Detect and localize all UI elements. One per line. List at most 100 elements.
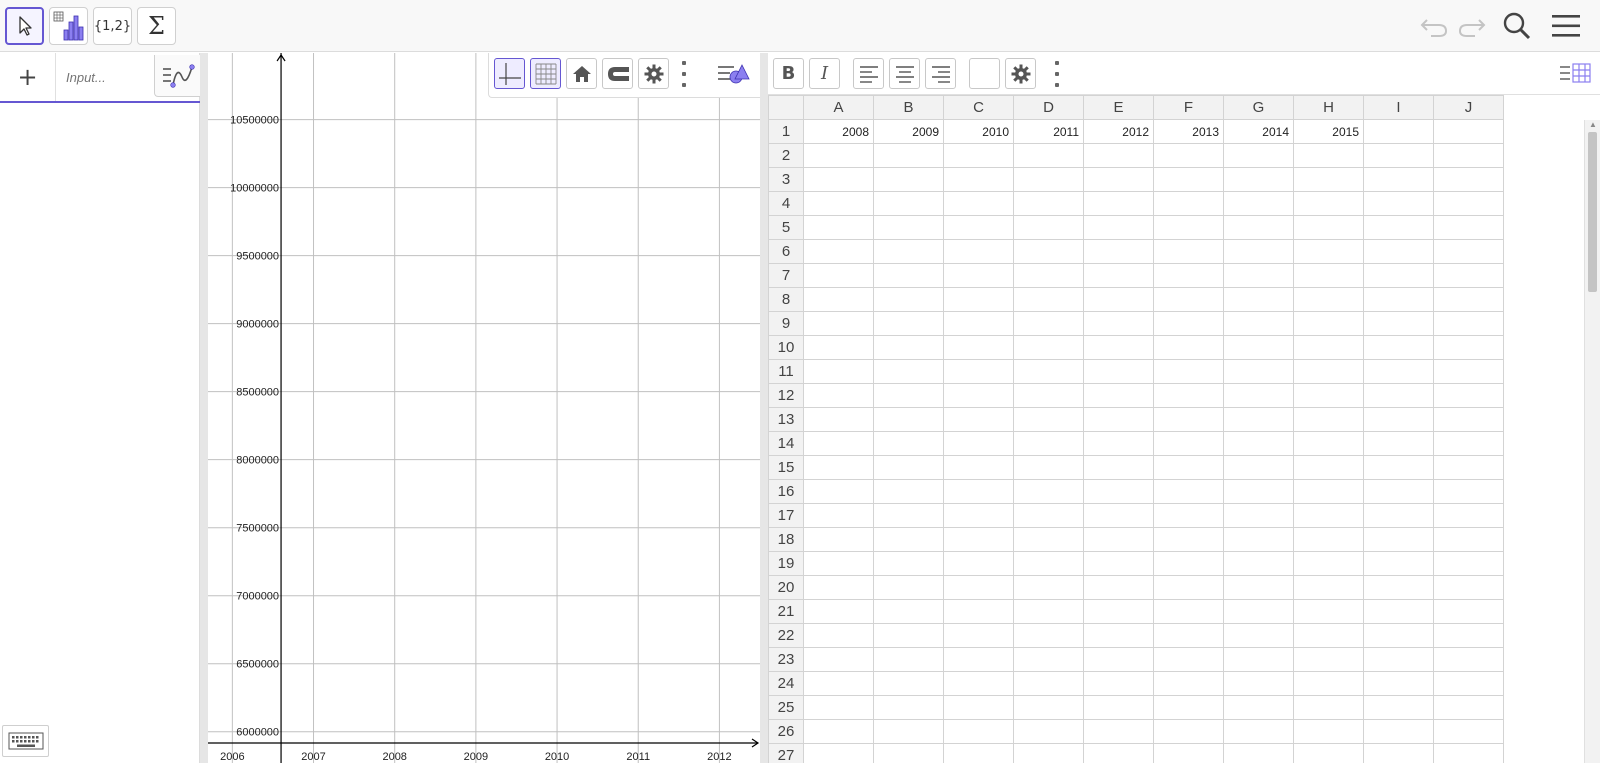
spreadsheet-cell[interactable] bbox=[1153, 551, 1224, 576]
spreadsheet-cell[interactable] bbox=[873, 599, 944, 624]
spreadsheet-cell[interactable] bbox=[1223, 407, 1294, 432]
spreadsheet-cell[interactable] bbox=[803, 743, 874, 763]
spreadsheet-cell[interactable] bbox=[943, 623, 1014, 648]
spreadsheet-cell[interactable] bbox=[1223, 551, 1294, 576]
spreadsheet-cell[interactable] bbox=[1153, 263, 1224, 288]
spreadsheet-cell[interactable] bbox=[1153, 503, 1224, 528]
spreadsheet-cell[interactable] bbox=[943, 479, 1014, 504]
undo-button[interactable] bbox=[1417, 9, 1451, 43]
spreadsheet-cell[interactable] bbox=[1433, 239, 1504, 264]
spreadsheet-cell[interactable] bbox=[803, 143, 874, 168]
spreadsheet-cell[interactable] bbox=[1223, 503, 1294, 528]
row-header[interactable]: 20 bbox=[768, 575, 804, 600]
spreadsheet-cell[interactable] bbox=[1433, 623, 1504, 648]
spreadsheet-settings-button[interactable] bbox=[1005, 58, 1036, 89]
spreadsheet-cell[interactable]: 2012 bbox=[1083, 119, 1154, 144]
spreadsheet-cell[interactable] bbox=[1083, 671, 1154, 696]
row-header[interactable]: 27 bbox=[768, 743, 804, 763]
spreadsheet-cell[interactable] bbox=[1293, 263, 1364, 288]
spreadsheet-cell[interactable] bbox=[1013, 551, 1084, 576]
spreadsheet-cell[interactable] bbox=[1433, 455, 1504, 480]
spreadsheet-cell[interactable] bbox=[1433, 695, 1504, 720]
spreadsheet-cell[interactable] bbox=[1013, 407, 1084, 432]
spreadsheet-cell[interactable] bbox=[1223, 263, 1294, 288]
spreadsheet-cell[interactable] bbox=[1013, 479, 1084, 504]
align-left-button[interactable] bbox=[853, 58, 884, 89]
spreadsheet-cell[interactable] bbox=[1083, 263, 1154, 288]
spreadsheet-cell[interactable] bbox=[1223, 143, 1294, 168]
spreadsheet-cell[interactable] bbox=[1083, 479, 1154, 504]
spreadsheet-cell[interactable] bbox=[1363, 743, 1434, 763]
spreadsheet-cell[interactable] bbox=[1363, 527, 1434, 552]
spreadsheet-cell[interactable] bbox=[803, 263, 874, 288]
spreadsheet-cell[interactable] bbox=[1363, 191, 1434, 216]
spreadsheet-cell[interactable] bbox=[1363, 239, 1434, 264]
column-header[interactable]: I bbox=[1363, 95, 1434, 120]
spreadsheet-cell[interactable] bbox=[1083, 527, 1154, 552]
spreadsheet-cell[interactable] bbox=[1153, 359, 1224, 384]
spreadsheet-cell[interactable] bbox=[1083, 455, 1154, 480]
spreadsheet-cell[interactable] bbox=[1153, 143, 1224, 168]
spreadsheet-cell[interactable] bbox=[943, 143, 1014, 168]
spreadsheet-cell[interactable] bbox=[803, 335, 874, 360]
spreadsheet-cell[interactable] bbox=[1223, 167, 1294, 192]
spreadsheet-cell[interactable] bbox=[1363, 215, 1434, 240]
spreadsheet-cell[interactable] bbox=[1363, 623, 1434, 648]
spreadsheet-cell[interactable] bbox=[803, 167, 874, 192]
row-header[interactable]: 11 bbox=[768, 359, 804, 384]
spreadsheet-cell[interactable] bbox=[1083, 719, 1154, 744]
spreadsheet-cell[interactable] bbox=[1363, 263, 1434, 288]
spreadsheet-cell[interactable] bbox=[803, 311, 874, 336]
spreadsheet-cell[interactable] bbox=[803, 695, 874, 720]
spreadsheet-cell[interactable] bbox=[1223, 239, 1294, 264]
spreadsheet-cell[interactable] bbox=[1083, 431, 1154, 456]
spreadsheet-cell[interactable] bbox=[803, 359, 874, 384]
spreadsheet-cell[interactable]: 2009 bbox=[873, 119, 944, 144]
spreadsheet-cell[interactable] bbox=[1363, 311, 1434, 336]
spreadsheet-cell[interactable] bbox=[1223, 335, 1294, 360]
spreadsheet-cell[interactable] bbox=[1363, 335, 1434, 360]
row-header[interactable]: 8 bbox=[768, 287, 804, 312]
spreadsheet-cell[interactable] bbox=[1153, 287, 1224, 312]
spreadsheet-cell[interactable] bbox=[873, 623, 944, 648]
spreadsheet-cell[interactable] bbox=[873, 743, 944, 763]
spreadsheet-cell[interactable] bbox=[803, 191, 874, 216]
spreadsheet-cell[interactable] bbox=[943, 359, 1014, 384]
spreadsheet-cell[interactable] bbox=[1223, 719, 1294, 744]
spreadsheet-cell[interactable] bbox=[943, 647, 1014, 672]
spreadsheet-cell[interactable] bbox=[1293, 455, 1364, 480]
spreadsheet-cell[interactable] bbox=[1013, 215, 1084, 240]
add-item-button[interactable]: + bbox=[0, 53, 56, 101]
panel-divider-left[interactable] bbox=[200, 53, 208, 763]
spreadsheet-cell[interactable] bbox=[1363, 359, 1434, 384]
row-header[interactable]: 19 bbox=[768, 551, 804, 576]
spreadsheet-cell[interactable] bbox=[803, 479, 874, 504]
spreadsheet-cell[interactable] bbox=[1293, 383, 1364, 408]
spreadsheet-cell[interactable] bbox=[1083, 167, 1154, 192]
spreadsheet-cell[interactable] bbox=[943, 527, 1014, 552]
row-header[interactable]: 17 bbox=[768, 503, 804, 528]
spreadsheet-cell[interactable]: 2011 bbox=[1013, 119, 1084, 144]
spreadsheet-cell[interactable] bbox=[1153, 455, 1224, 480]
spreadsheet-cell[interactable] bbox=[1223, 479, 1294, 504]
sum-button[interactable]: Σ bbox=[137, 7, 176, 45]
spreadsheet-cell[interactable] bbox=[1223, 311, 1294, 336]
spreadsheet-cell[interactable] bbox=[1083, 335, 1154, 360]
spreadsheet-cell[interactable] bbox=[1433, 263, 1504, 288]
spreadsheet-cell[interactable] bbox=[1433, 551, 1504, 576]
spreadsheet-cell[interactable] bbox=[1293, 479, 1364, 504]
spreadsheet-cell[interactable] bbox=[1293, 335, 1364, 360]
spreadsheet-cell[interactable] bbox=[1433, 407, 1504, 432]
spreadsheet-cell[interactable] bbox=[1363, 647, 1434, 672]
spreadsheet-cell[interactable] bbox=[1293, 575, 1364, 600]
spreadsheet-cell[interactable] bbox=[1223, 599, 1294, 624]
spreadsheet-cell[interactable] bbox=[1363, 503, 1434, 528]
spreadsheet-cell[interactable] bbox=[1083, 383, 1154, 408]
spreadsheet-cell[interactable] bbox=[1363, 287, 1434, 312]
spreadsheet-cell[interactable] bbox=[1223, 383, 1294, 408]
spreadsheet-cell[interactable] bbox=[1013, 167, 1084, 192]
spreadsheet-cell[interactable] bbox=[1013, 431, 1084, 456]
spreadsheet-cell[interactable] bbox=[943, 599, 1014, 624]
spreadsheet-cell[interactable] bbox=[1433, 527, 1504, 552]
align-right-button[interactable] bbox=[925, 58, 956, 89]
